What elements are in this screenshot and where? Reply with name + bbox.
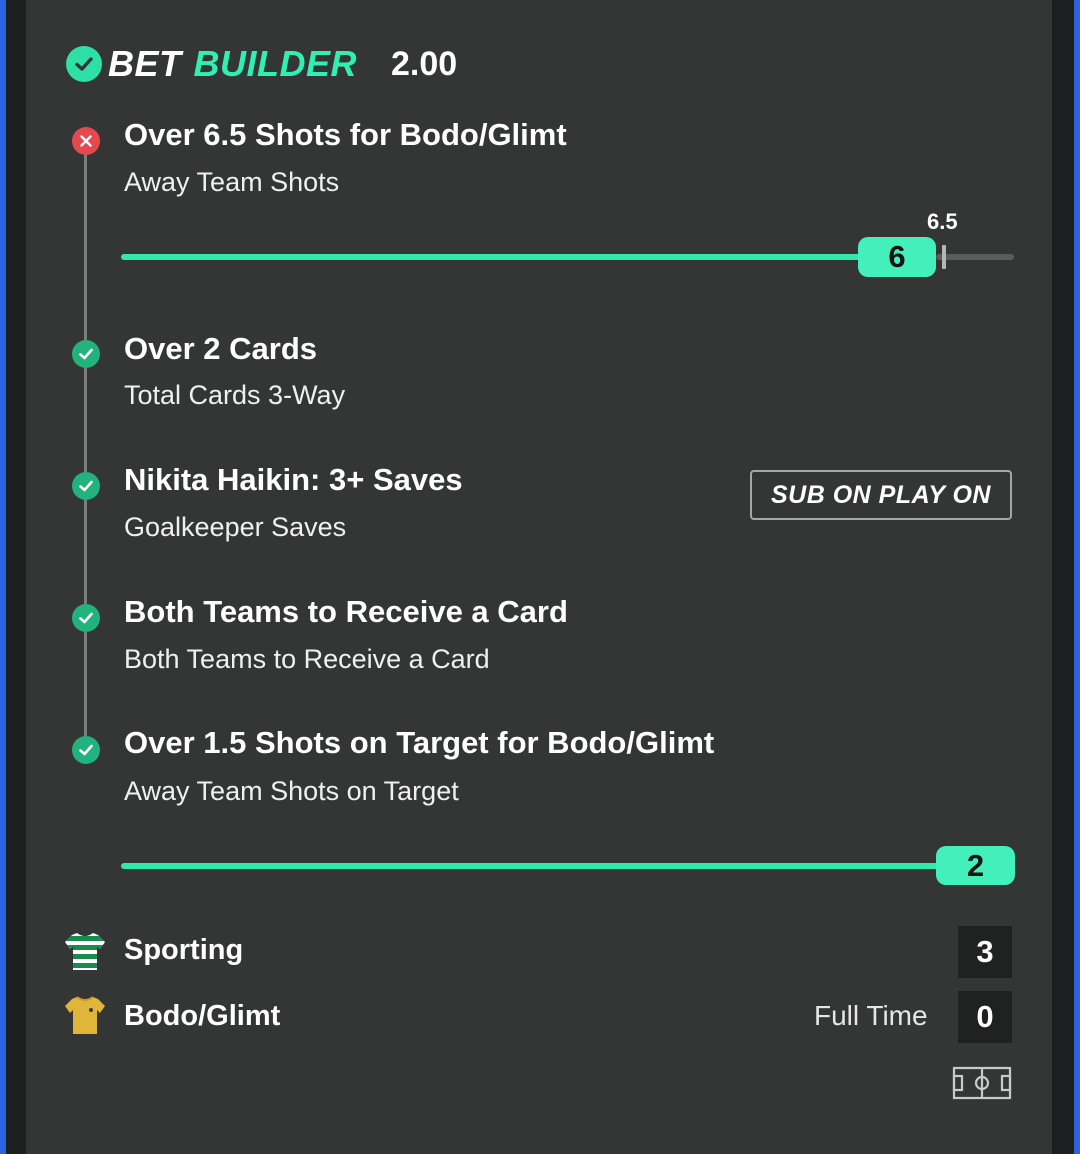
home-score: 3 — [958, 926, 1012, 978]
progress-current-pill: 6 — [858, 237, 936, 277]
progress-current-pill: 2 — [936, 846, 1015, 885]
progress-remaining — [936, 254, 1014, 260]
check-icon — [72, 736, 100, 764]
home-team-row: Sporting 3 — [0, 926, 1080, 978]
right-edge — [1074, 0, 1080, 1154]
sub-on-play-on-badge[interactable]: SUB ON PLAY ON — [750, 470, 1012, 520]
pitch-icon[interactable] — [952, 1066, 1012, 1100]
leg-subtitle: Away Team Shots on Target — [124, 776, 459, 806]
progress-target-label: 6.5 — [927, 209, 958, 234]
match-status: Full Time — [814, 1000, 928, 1031]
progress-fill — [121, 863, 951, 869]
check-circle-icon — [66, 46, 102, 82]
away-team-name: Bodo/Glimt — [124, 1000, 281, 1032]
leg-title: Over 1.5 Shots on Target for Bodo/Glimt — [124, 725, 715, 760]
leg-title: Over 2 Cards — [124, 331, 317, 366]
bet-header: BET BUILDER 2.00 — [66, 40, 457, 88]
progress-fill — [121, 254, 871, 260]
progress-target-marker — [942, 245, 946, 269]
leg-subtitle: Goalkeeper Saves — [124, 512, 347, 542]
legs-timeline — [84, 140, 87, 750]
leg-title: Nikita Haikin: 3+ Saves — [124, 462, 463, 497]
check-icon — [72, 472, 100, 500]
striped-shirt-icon — [65, 933, 105, 970]
check-icon — [72, 340, 100, 368]
leg-subtitle: Both Teams to Receive a Card — [124, 644, 490, 674]
title-builder: BUILDER — [193, 43, 357, 84]
yellow-shirt-icon — [65, 996, 105, 1034]
home-team-name: Sporting — [124, 934, 244, 966]
leg-title: Over 6.5 Shots for Bodo/Glimt — [124, 117, 567, 152]
leg-subtitle: Total Cards 3-Way — [124, 380, 346, 410]
left-edge — [0, 0, 6, 1154]
leg-subtitle: Away Team Shots — [124, 167, 340, 197]
away-team-row: Bodo/Glimt Full Time 0 — [0, 990, 1080, 1043]
away-score: 0 — [958, 991, 1012, 1043]
title-bet: BET — [108, 43, 182, 84]
app-frame: BET BUILDER 2.00 Over 6.5 Shots for Bodo… — [0, 0, 1080, 1154]
cross-icon — [72, 127, 100, 155]
leg-title: Both Teams to Receive a Card — [124, 594, 568, 629]
bet-odds: 2.00 — [391, 44, 458, 83]
check-icon — [72, 604, 100, 632]
